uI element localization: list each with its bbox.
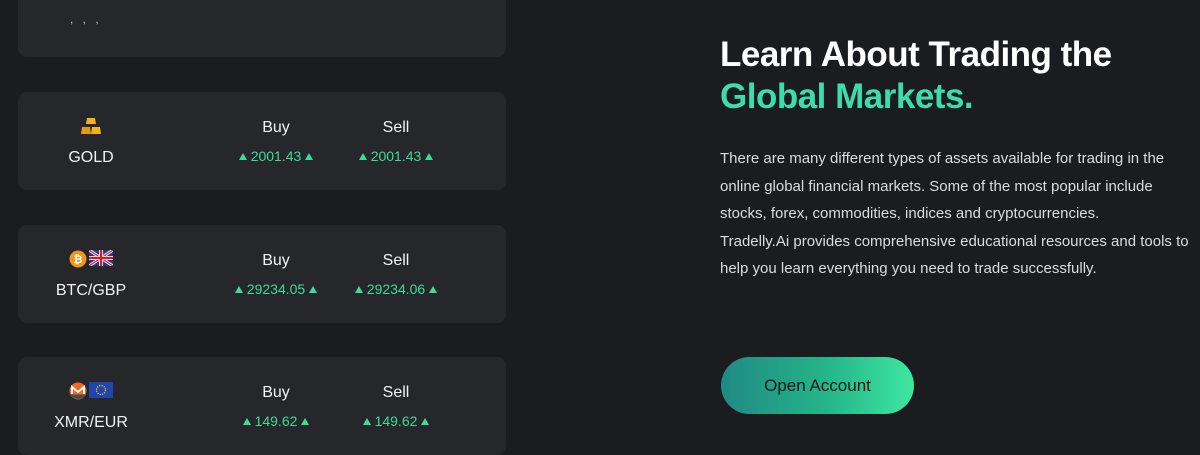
instrument-icons: [26, 117, 156, 140]
up-arrow-icon: [425, 153, 434, 160]
instrument-card-btc-gbp[interactable]: ₿ BTC/GBP Buy 29234.05 Sell 29234.06: [18, 225, 506, 323]
up-arrow-icon: [421, 418, 430, 425]
sell-label: Sell: [382, 119, 410, 136]
instrument-list: , , , GOLD Buy 2001.43 Sell 2001.43 ₿ BT…: [18, 0, 506, 455]
sell-price: 2001.43: [336, 148, 456, 164]
buy-price: 29234.05: [216, 281, 336, 297]
up-arrow-icon: [309, 286, 318, 293]
page-headline: Learn About Trading the Global Markets.: [720, 34, 1112, 118]
up-arrow-icon: [301, 418, 310, 425]
instrument-icons: ₿: [26, 248, 156, 273]
instrument-icons: [26, 382, 156, 405]
instrument-symbol: GOLD: [68, 149, 114, 166]
buy-price: 149.62: [216, 413, 336, 429]
headline-line-2-accent: Global Markets.: [720, 77, 974, 116]
monero-icon: [69, 382, 87, 405]
up-arrow-icon: [238, 153, 247, 160]
sell-price: 29234.06: [336, 281, 456, 297]
promo-description: There are many different types of assets…: [720, 145, 1200, 283]
up-arrow-icon: [429, 286, 438, 293]
sell-label: Sell: [382, 252, 410, 269]
buy-price: 2001.43: [216, 148, 336, 164]
svg-text:₿: ₿: [74, 254, 83, 266]
sell-price-value: 149.62: [374, 413, 418, 429]
buy-price-value: 149.62: [254, 413, 298, 429]
up-arrow-icon: [358, 153, 367, 160]
partial-card-text: , , ,: [70, 12, 102, 26]
sell-label: Sell: [382, 384, 410, 401]
instrument-card-gold[interactable]: GOLD Buy 2001.43 Sell 2001.43: [18, 92, 506, 190]
up-arrow-icon: [362, 418, 371, 425]
up-arrow-icon: [234, 286, 243, 293]
promo-paragraph-1: There are many different types of assets…: [720, 150, 1165, 222]
buy-label: Buy: [262, 252, 290, 269]
buy-label: Buy: [262, 119, 290, 136]
buy-price-value: 29234.05: [246, 281, 306, 297]
eu-flag-icon: [89, 382, 113, 405]
sell-price-value: 2001.43: [370, 148, 422, 164]
bitcoin-icon: ₿: [69, 250, 87, 273]
buy-label: Buy: [262, 384, 290, 401]
up-arrow-icon: [242, 418, 251, 425]
instrument-card-xmr-eur[interactable]: XMR/EUR Buy 149.62 Sell 149.62: [18, 357, 506, 455]
sell-price-value: 29234.06: [366, 281, 426, 297]
instrument-symbol: XMR/EUR: [54, 414, 128, 431]
gold-bars-icon: [80, 117, 102, 140]
headline-line-1: Learn About Trading the: [720, 35, 1112, 74]
up-arrow-icon: [305, 153, 314, 160]
uk-flag-icon: [88, 248, 114, 273]
open-account-button[interactable]: Open Account: [721, 357, 914, 414]
sell-price: 149.62: [336, 413, 456, 429]
promo-paragraph-2: Tradelly.Ai provides comprehensive educa…: [720, 232, 1189, 278]
up-arrow-icon: [354, 286, 363, 293]
buy-price-value: 2001.43: [250, 148, 302, 164]
instrument-card[interactable]: , , ,: [18, 0, 506, 57]
instrument-symbol: BTC/GBP: [55, 282, 127, 299]
